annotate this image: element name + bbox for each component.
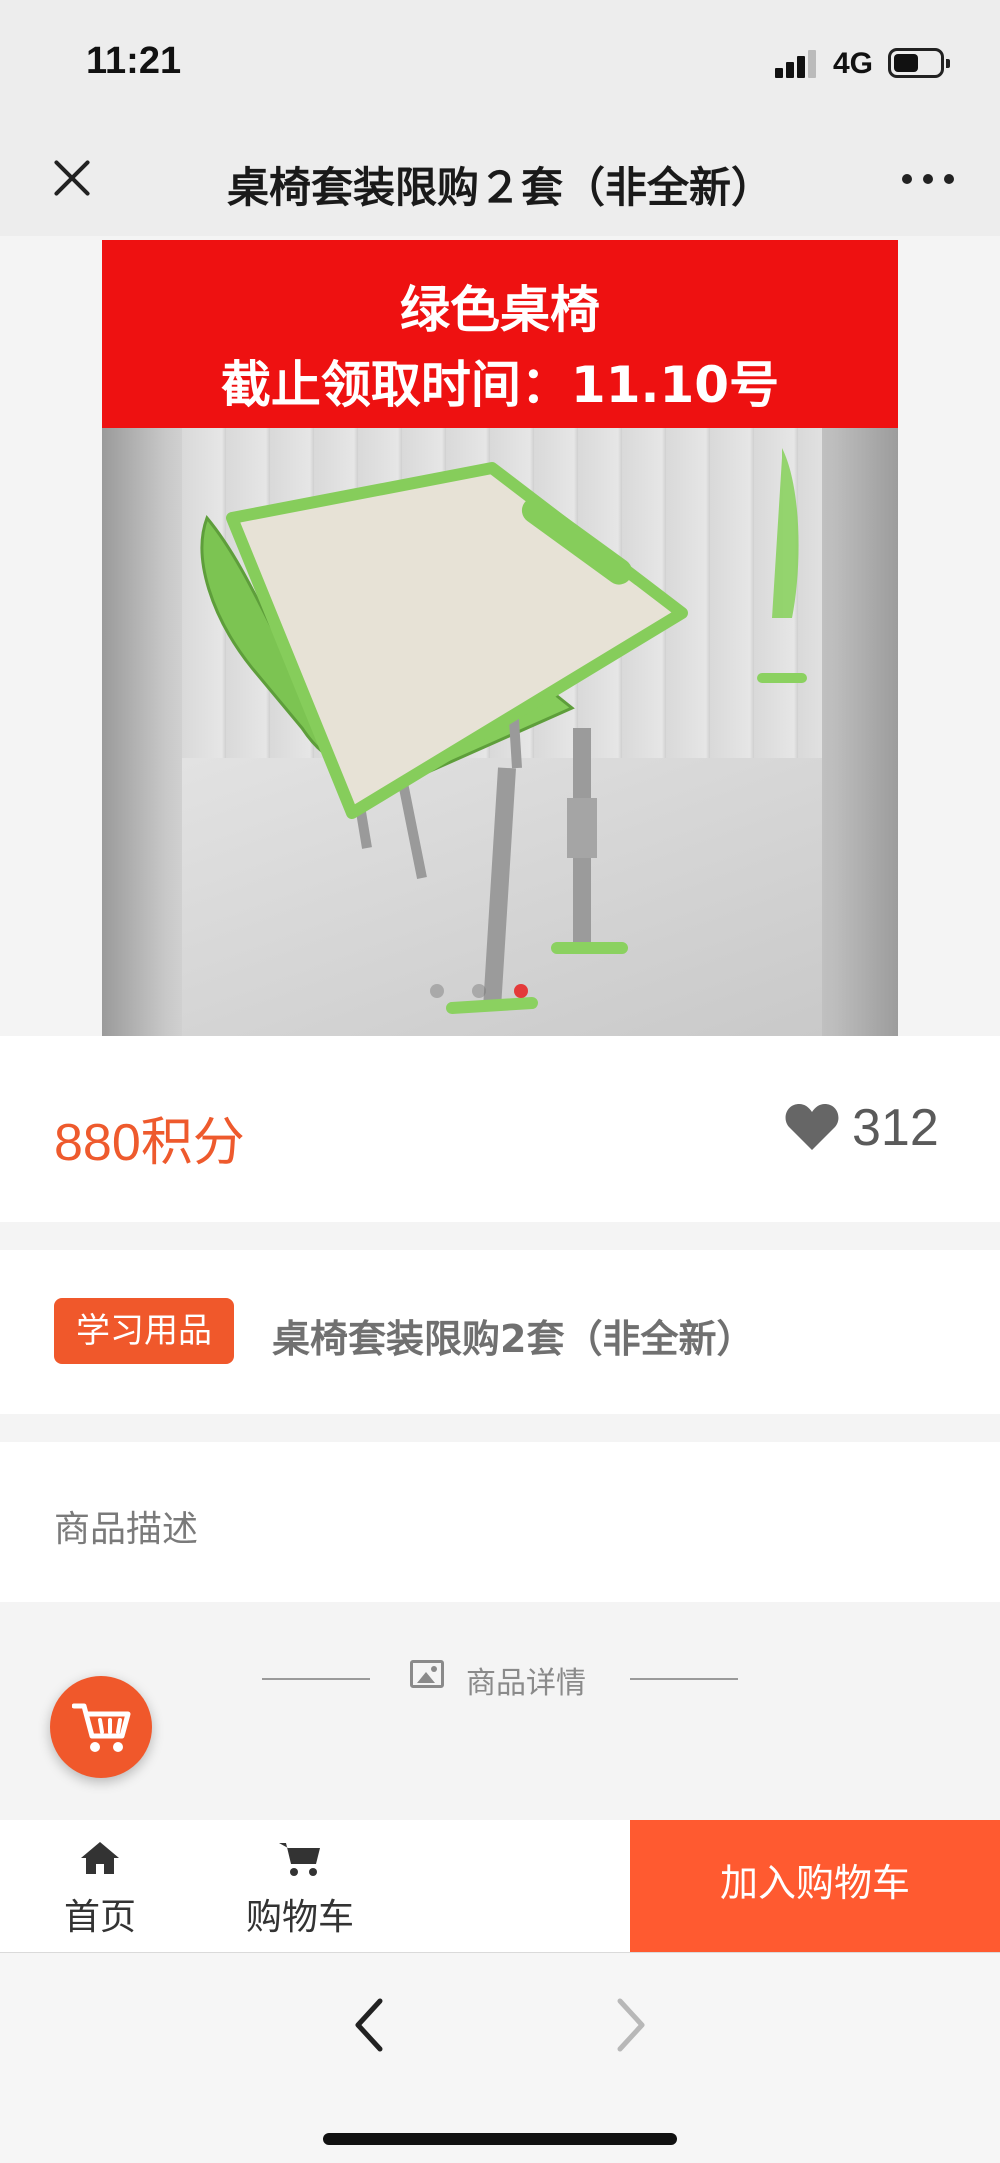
- carousel-dot[interactable]: [430, 984, 444, 998]
- heart-icon: [785, 1103, 839, 1150]
- status-bar: 11:21 4G: [0, 0, 1000, 120]
- status-time: 11:21: [86, 40, 182, 82]
- nav-home-label: 首页: [63, 1897, 136, 1938]
- product-title-row: 学习用品 桌椅套装限购2套（非全新）: [0, 1250, 1000, 1414]
- nav-cart[interactable]: 购物车: [230, 1840, 370, 1950]
- bottom-action-bar: 首页 购物车 加入购物车: [0, 1820, 1000, 1952]
- like-count: 312: [852, 1099, 939, 1157]
- home-indicator: [323, 2133, 677, 2145]
- description-section: 商品描述: [0, 1442, 1000, 1602]
- divider-line-left: [262, 1678, 370, 1680]
- carousel-indicator: [430, 983, 556, 1003]
- product-photo: [102, 428, 898, 1036]
- floating-cart-button[interactable]: [50, 1676, 152, 1778]
- price-row: 880积分 312: [0, 1036, 1000, 1222]
- product-detail: 绿色桌椅 截止领取时间：11.10号 880积分 312 学习用品 桌椅套装限购…: [0, 236, 1000, 1820]
- forward-arrow-icon[interactable]: [610, 1997, 650, 2053]
- carousel-dot[interactable]: [514, 984, 528, 998]
- divider-line-right: [630, 1678, 738, 1680]
- image-icon: [410, 1660, 444, 1688]
- nav-cart-label: 购物车: [245, 1897, 354, 1938]
- add-to-cart-button[interactable]: 加入购物车: [630, 1820, 1000, 1952]
- home-icon: [81, 1842, 119, 1874]
- more-icon[interactable]: [898, 170, 958, 186]
- banner-title: 绿色桌椅: [400, 281, 600, 339]
- product-price: 880积分: [54, 1114, 245, 1172]
- browser-toolbar: [0, 1952, 1000, 2163]
- category-badge: 学习用品: [54, 1298, 234, 1364]
- banner-deadline: 截止领取时间：11.10号: [220, 356, 780, 414]
- signal-icon: [775, 48, 819, 78]
- cart-icon: [279, 1843, 320, 1876]
- network-type: 4G: [833, 47, 874, 80]
- description-label: 商品描述: [54, 1509, 199, 1550]
- detail-label: 商品详情: [466, 1666, 586, 1701]
- carousel-dot[interactable]: [472, 984, 486, 998]
- product-name: 桌椅套装限购2套（非全新）: [272, 1317, 755, 1361]
- battery-icon: [888, 48, 950, 78]
- back-arrow-icon[interactable]: [350, 1997, 390, 2053]
- cart-icon: [72, 1703, 131, 1752]
- image-banner: 绿色桌椅 截止领取时间：11.10号: [102, 240, 898, 428]
- nav-home[interactable]: 首页: [40, 1840, 160, 1950]
- close-icon[interactable]: [44, 150, 100, 206]
- nav-bar: 桌椅套装限购２套（非全新）: [0, 120, 1000, 236]
- page-title: 桌椅套装限购２套（非全新）: [226, 163, 773, 212]
- product-image-carousel[interactable]: 绿色桌椅 截止领取时间：11.10号: [102, 240, 898, 1036]
